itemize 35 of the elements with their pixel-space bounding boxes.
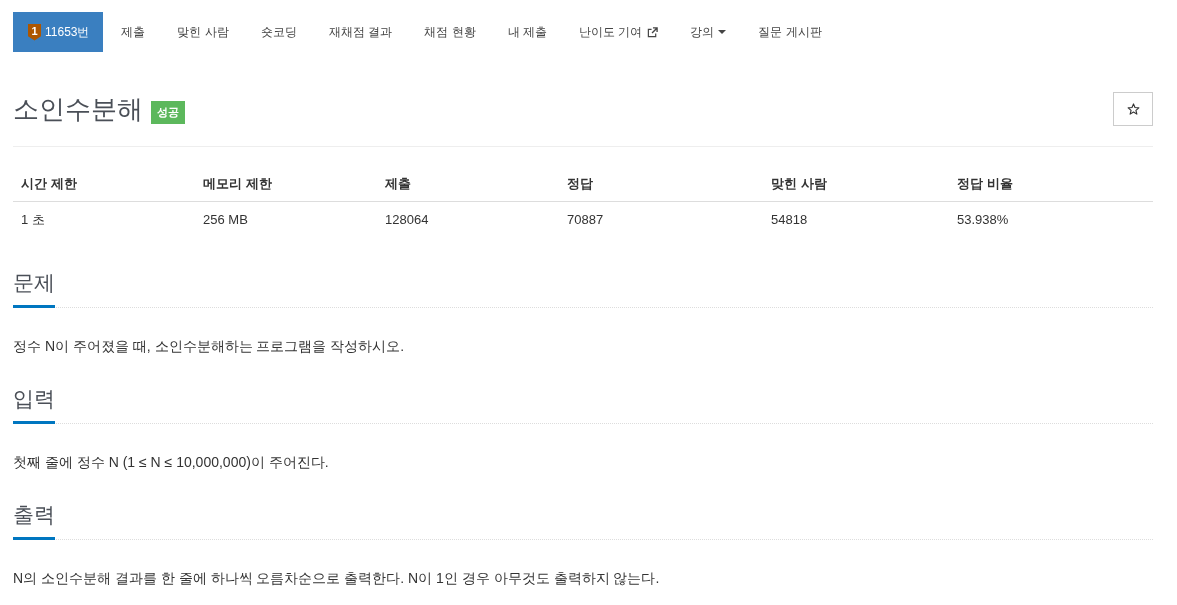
column-header: 제출: [384, 175, 412, 193]
table-cell-text: 53.938%: [956, 211, 1010, 229]
nav-tab[interactable]: 1 11653번: [13, 12, 104, 52]
nav-tab[interactable]: 난이도 기여: [563, 12, 673, 52]
nav-tab[interactable]: 강의: [675, 12, 741, 52]
nav-tab[interactable]: 내 제출: [492, 12, 561, 52]
star-icon: [1126, 102, 1140, 116]
table-cell-text: 54818: [770, 211, 809, 229]
column-header: 정답: [566, 175, 594, 193]
section-text: N의 소인수분해 결과를 한 줄에 하나씩 오름차순으로 출력한다. N이 1인 경우 아무것도 출력하지 않는다.: [13, 569, 661, 588]
nav-tab[interactable]: 질문 게시판: [743, 12, 836, 52]
table-cell-text: 70887: [566, 211, 605, 229]
nav-tab[interactable]: 재채점 결과: [313, 12, 407, 52]
table-cell-text: 128064: [384, 211, 430, 229]
problem-title: 소인수분해: [13, 92, 143, 126]
section-text: 정수 N이 주어졌을 때, 소인수분해하는 프로그램을 작성하시오.: [13, 337, 406, 356]
caret-icon: [718, 30, 727, 34]
section-heading: 문제: [13, 268, 55, 308]
section-heading: 입력: [13, 384, 55, 424]
section-heading: 출력: [13, 500, 55, 540]
tier-badge: 1: [28, 23, 41, 41]
column-header: 정답 비율: [956, 175, 1014, 193]
column-header: 메모리 제한: [202, 175, 273, 193]
nav-tab[interactable]: 채점 현황: [409, 12, 490, 52]
column-header: 시간 제한: [20, 175, 78, 193]
table-cell-text: 256 MB: [202, 211, 249, 229]
result-label: 성공: [151, 100, 185, 124]
section-text: 첫째 줄에 정수 N (1 ≤ N ≤ 10,000,000)이 주어진다.: [13, 453, 330, 472]
table-cell-text: 1 초: [20, 211, 46, 229]
column-header: 맞힌 사람: [770, 175, 828, 193]
nav-tab[interactable]: 제출: [106, 12, 160, 52]
nav-tab[interactable]: 숏코딩: [245, 12, 311, 52]
nav-tab[interactable]: 맞힌 사람: [162, 12, 243, 52]
external-link-icon: [647, 26, 659, 38]
bookmark-button[interactable]: [1113, 92, 1153, 126]
